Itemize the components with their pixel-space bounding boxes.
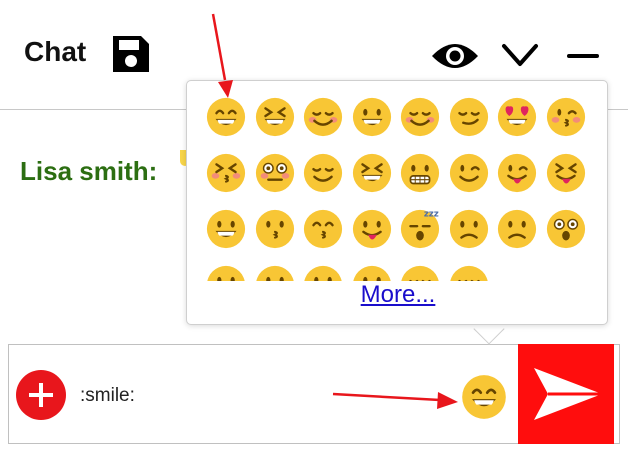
- emoji-grinning-icon[interactable]: [205, 208, 247, 250]
- collapse-button[interactable]: [500, 40, 540, 70]
- emoji-wink-icon[interactable]: [448, 152, 490, 194]
- save-button[interactable]: [110, 33, 152, 75]
- eye-icon: [432, 44, 478, 68]
- emoji-preview-icon: [460, 373, 508, 421]
- emoji-laughing-icon[interactable]: [254, 96, 296, 138]
- emoji-smile-icon[interactable]: [205, 96, 247, 138]
- chevron-down-icon: [502, 44, 538, 66]
- more-emojis-link[interactable]: More...: [187, 281, 609, 309]
- emoji-flushed-icon[interactable]: [254, 152, 296, 194]
- message-input[interactable]: [80, 384, 320, 408]
- emoji-worried-icon[interactable]: [448, 208, 490, 250]
- emoji-grimacing-icon[interactable]: [399, 152, 441, 194]
- emoji-kissing-smiling-eyes-icon[interactable]: [302, 208, 344, 250]
- send-icon: [534, 368, 602, 420]
- save-icon: [113, 36, 149, 72]
- emoji-anguished-icon[interactable]: [545, 208, 587, 250]
- minimize-icon: [567, 54, 599, 58]
- emoji-smiley-icon[interactable]: [351, 96, 393, 138]
- minimize-button[interactable]: [566, 46, 600, 66]
- chat-title: Chat: [24, 36, 87, 67]
- emoji-open-mouth-icon[interactable]: [205, 264, 247, 281]
- emoji-blush-icon[interactable]: [302, 96, 344, 138]
- preview-button[interactable]: [430, 40, 480, 72]
- emoji-grimacing-icon[interactable]: [254, 264, 296, 281]
- emoji-kissing-icon[interactable]: [254, 208, 296, 250]
- emoji-frowning-icon[interactable]: [496, 208, 538, 250]
- emoji-confused-icon[interactable]: [302, 264, 344, 281]
- emoji-sleeping-icon[interactable]: zzz: [399, 208, 441, 250]
- emoji-expressionless-icon[interactable]: [399, 264, 441, 281]
- emoji-stuck-out-tongue-winking-eye-icon[interactable]: [496, 152, 538, 194]
- emoji-relieved-icon[interactable]: [302, 152, 344, 194]
- send-button[interactable]: [518, 344, 614, 444]
- emoji-stuck-out-tongue-icon[interactable]: [351, 208, 393, 250]
- emoji-grid: zzz: [201, 96, 601, 281]
- emoji-picker: zzz More...: [186, 80, 608, 325]
- emoji-kissing-heart-icon[interactable]: [545, 96, 587, 138]
- svg-text:zzz: zzz: [424, 210, 439, 220]
- emoji-hushed-icon[interactable]: [351, 264, 393, 281]
- emoji-smirk-icon[interactable]: [448, 96, 490, 138]
- sender-name: Lisa smith:: [20, 156, 158, 186]
- emoji-relaxed-icon[interactable]: [399, 96, 441, 138]
- add-button[interactable]: [16, 370, 66, 420]
- emoji-unamused-icon[interactable]: [448, 264, 490, 281]
- emoji-stuck-out-tongue-closed-eyes-icon[interactable]: [545, 152, 587, 194]
- emoji-kissing-closed-eyes-icon[interactable]: [205, 152, 247, 194]
- emoji-satisfied-icon[interactable]: [351, 152, 393, 194]
- emoji-heart-eyes-icon[interactable]: [496, 96, 538, 138]
